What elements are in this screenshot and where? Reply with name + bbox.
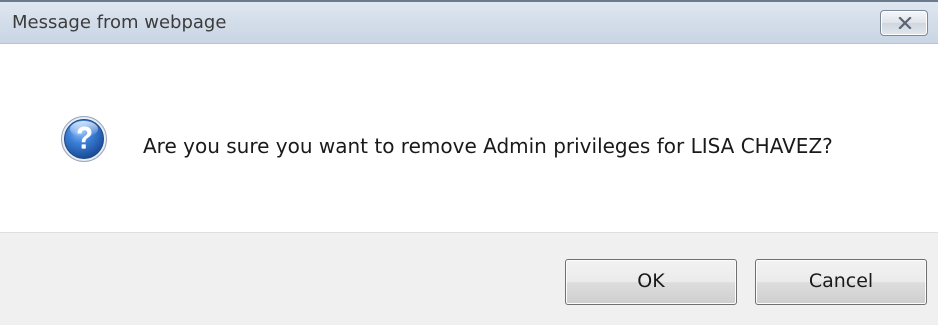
ok-button[interactable]: OK xyxy=(565,259,737,305)
dialog-titlebar[interactable]: Message from webpage xyxy=(0,2,938,44)
dialog-footer: OK Cancel xyxy=(0,232,938,325)
close-button[interactable] xyxy=(880,10,928,36)
dialog-message: Are you sure you want to remove Admin pr… xyxy=(143,134,833,158)
dialog-title: Message from webpage xyxy=(12,12,227,33)
cancel-button[interactable]: Cancel xyxy=(755,259,927,305)
dialog-content: Are you sure you want to remove Admin pr… xyxy=(0,44,938,232)
question-icon xyxy=(61,116,107,162)
close-x-icon xyxy=(898,17,912,29)
confirm-dialog: Message from webpage Are you sure you wa… xyxy=(0,0,938,325)
